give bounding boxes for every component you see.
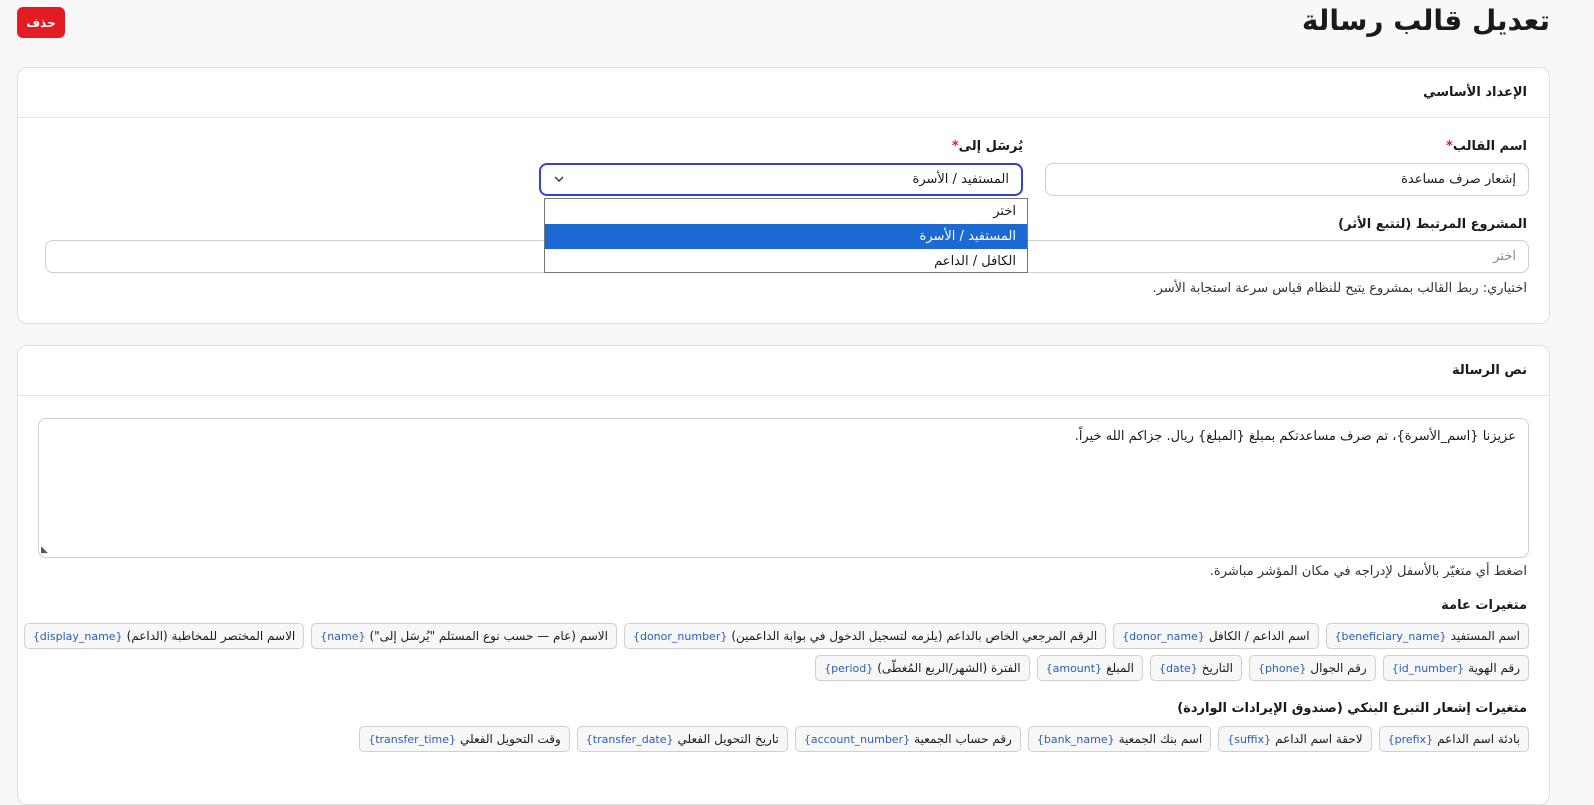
- chip-code: {account_number}: [803, 732, 911, 746]
- variable-chip-transfer-time[interactable]: وقت التحويل الفعلي {transfer_time}: [359, 726, 570, 752]
- project-hint: اختياري: ربط القالب بمشروع يتيح للنظام ق…: [1152, 281, 1527, 296]
- chip-code: {transfer_date}: [585, 732, 674, 746]
- project-label: المشروع المرتبط (لتتبع الأثر): [1338, 217, 1527, 232]
- variable-chip-date[interactable]: التاريخ {date}: [1149, 655, 1242, 681]
- chip-label: رقم الجوال: [1310, 661, 1367, 675]
- general-variables-row-2: رقم الهوية {id_number} رقم الجوال {phone} …: [815, 655, 1529, 681]
- template-name-value: إشعار صرف مساعدة: [1401, 172, 1516, 187]
- send-to-dropdown: اختر المستفيد / الأسرة الكافل / الداعم: [544, 198, 1028, 273]
- chip-label: اسم الداعم / الكافل: [1208, 629, 1310, 643]
- delete-button[interactable]: حذف: [17, 7, 65, 38]
- chip-label: الرقم المرجعي الخاص بالداعم (يلزمه لتسجي…: [731, 629, 1098, 643]
- variable-chip-name[interactable]: الاسم (عام — حسب نوع المستلم "يُرسَل إلى…: [311, 623, 617, 649]
- template-name-input[interactable]: إشعار صرف مساعدة: [1045, 163, 1529, 196]
- chip-label: الاسم (عام — حسب نوع المستلم "يُرسَل إلى…: [369, 629, 608, 643]
- variable-chip-account-number[interactable]: رقم حساب الجمعية {account_number}: [794, 726, 1021, 752]
- chip-code: {period}: [824, 661, 874, 675]
- chip-code: {suffix}: [1227, 732, 1272, 746]
- variable-chip-amount[interactable]: المبلغ {amount}: [1036, 655, 1143, 681]
- general-variables-row-1: اسم المستفيد {beneficiary_name} اسم الداع…: [23, 623, 1529, 649]
- required-mark: *: [951, 139, 959, 154]
- chip-label: رقم الهوية: [1468, 661, 1520, 675]
- chip-code: {donor_number}: [632, 629, 728, 643]
- chip-code: {date}: [1158, 661, 1198, 675]
- variable-chip-donor-number[interactable]: الرقم المرجعي الخاص بالداعم (يلزمه لتسجي…: [623, 623, 1107, 649]
- chip-code: {name}: [320, 629, 366, 643]
- required-mark: *: [1446, 139, 1453, 154]
- variable-chip-suffix[interactable]: لاحقة اسم الداعم {suffix}: [1218, 726, 1372, 752]
- chip-code: {phone}: [1257, 661, 1307, 675]
- bank-variables-title: متغيرات إشعار التبرع البنكي (صندوق الإير…: [1177, 701, 1527, 716]
- message-title: نص الرسالة: [18, 346, 1549, 396]
- chevron-down-icon: [553, 173, 565, 188]
- message-text: عزيزنا {اسم_الأسرة}، تم صرف مساعدتكم بمب…: [1074, 429, 1516, 444]
- variable-chip-phone[interactable]: رقم الجوال {phone}: [1248, 655, 1376, 681]
- chip-label: الفترة (الشهر/الربع المُغطّى): [877, 661, 1021, 675]
- chip-code: {transfer_time}: [368, 732, 456, 746]
- variable-chip-donor-name[interactable]: اسم الداعم / الكافل {donor_name}: [1113, 623, 1319, 649]
- chip-label: رقم حساب الجمعية: [914, 732, 1012, 746]
- chip-label: الاسم المختصر للمخاطبة (الداعم): [126, 629, 296, 643]
- basic-settings-card: الإعداد الأساسي اسم القالب* إشعار صرف مس…: [17, 67, 1550, 324]
- general-variables-title: متغيرات عامة: [1441, 598, 1527, 613]
- send-to-option[interactable]: اختر: [545, 199, 1027, 224]
- template-name-label: اسم القالب*: [1446, 139, 1527, 154]
- basic-settings-title: الإعداد الأساسي: [18, 68, 1549, 118]
- send-to-value: المستفيد / الأسرة: [912, 172, 1009, 187]
- chip-code: {prefix}: [1387, 732, 1434, 746]
- chip-label: تاريخ التحويل الفعلي: [677, 732, 779, 746]
- bank-variables-row: بادئة اسم الداعم {prefix} لاحقة اسم الداع…: [359, 726, 1529, 752]
- variable-chip-id-number[interactable]: رقم الهوية {id_number}: [1382, 655, 1529, 681]
- chip-code: {id_number}: [1391, 661, 1465, 675]
- chip-label: بادئة اسم الداعم: [1437, 732, 1520, 746]
- message-card: نص الرسالة عزيزنا {اسم_الأسرة}، تم صرف م…: [17, 345, 1550, 805]
- chip-code: {beneficiary_name}: [1334, 629, 1447, 643]
- chip-label: لاحقة اسم الداعم: [1275, 732, 1363, 746]
- chip-code: {donor_name}: [1122, 629, 1205, 643]
- project-placeholder: اختر: [1493, 249, 1516, 264]
- send-to-label-text: يُرسَل إلى: [958, 139, 1023, 154]
- chip-label: وقت التحويل الفعلي: [460, 732, 561, 746]
- send-to-label: يُرسَل إلى*: [952, 139, 1023, 154]
- insert-hint: اضغط أي متغيّر بالأسفل لإدراجه في مكان ا…: [1209, 564, 1527, 579]
- chip-code: {amount}: [1045, 661, 1103, 675]
- variable-chip-prefix[interactable]: بادئة اسم الداعم {prefix}: [1378, 726, 1529, 752]
- send-to-option-selected[interactable]: المستفيد / الأسرة: [545, 224, 1027, 249]
- template-name-label-text: اسم القالب: [1452, 139, 1527, 154]
- chip-code: {bank_name}: [1036, 732, 1115, 746]
- chip-label: اسم المستفيد: [1450, 629, 1520, 643]
- variable-chip-transfer-date[interactable]: تاريخ التحويل الفعلي {transfer_date}: [576, 726, 788, 752]
- send-to-option[interactable]: الكافل / الداعم: [545, 249, 1027, 274]
- variable-chip-period[interactable]: الفترة (الشهر/الربع المُغطّى) {period}: [815, 655, 1030, 681]
- chip-label: التاريخ: [1201, 661, 1233, 675]
- page-title: تعديل قالب رسالة: [1301, 4, 1550, 37]
- message-textarea[interactable]: عزيزنا {اسم_الأسرة}، تم صرف مساعدتكم بمب…: [38, 418, 1529, 558]
- variable-chip-bank-name[interactable]: اسم بنك الجمعية {bank_name}: [1027, 726, 1212, 752]
- chip-label: اسم بنك الجمعية: [1118, 732, 1203, 746]
- send-to-select[interactable]: المستفيد / الأسرة: [539, 163, 1023, 196]
- chip-code: {display_name}: [32, 629, 123, 643]
- chip-label: المبلغ: [1106, 661, 1134, 675]
- resize-handle-icon[interactable]: ◣: [41, 545, 48, 555]
- variable-chip-display-name[interactable]: الاسم المختصر للمخاطبة (الداعم) {display_…: [23, 623, 305, 649]
- variable-chip-beneficiary-name[interactable]: اسم المستفيد {beneficiary_name}: [1325, 623, 1529, 649]
